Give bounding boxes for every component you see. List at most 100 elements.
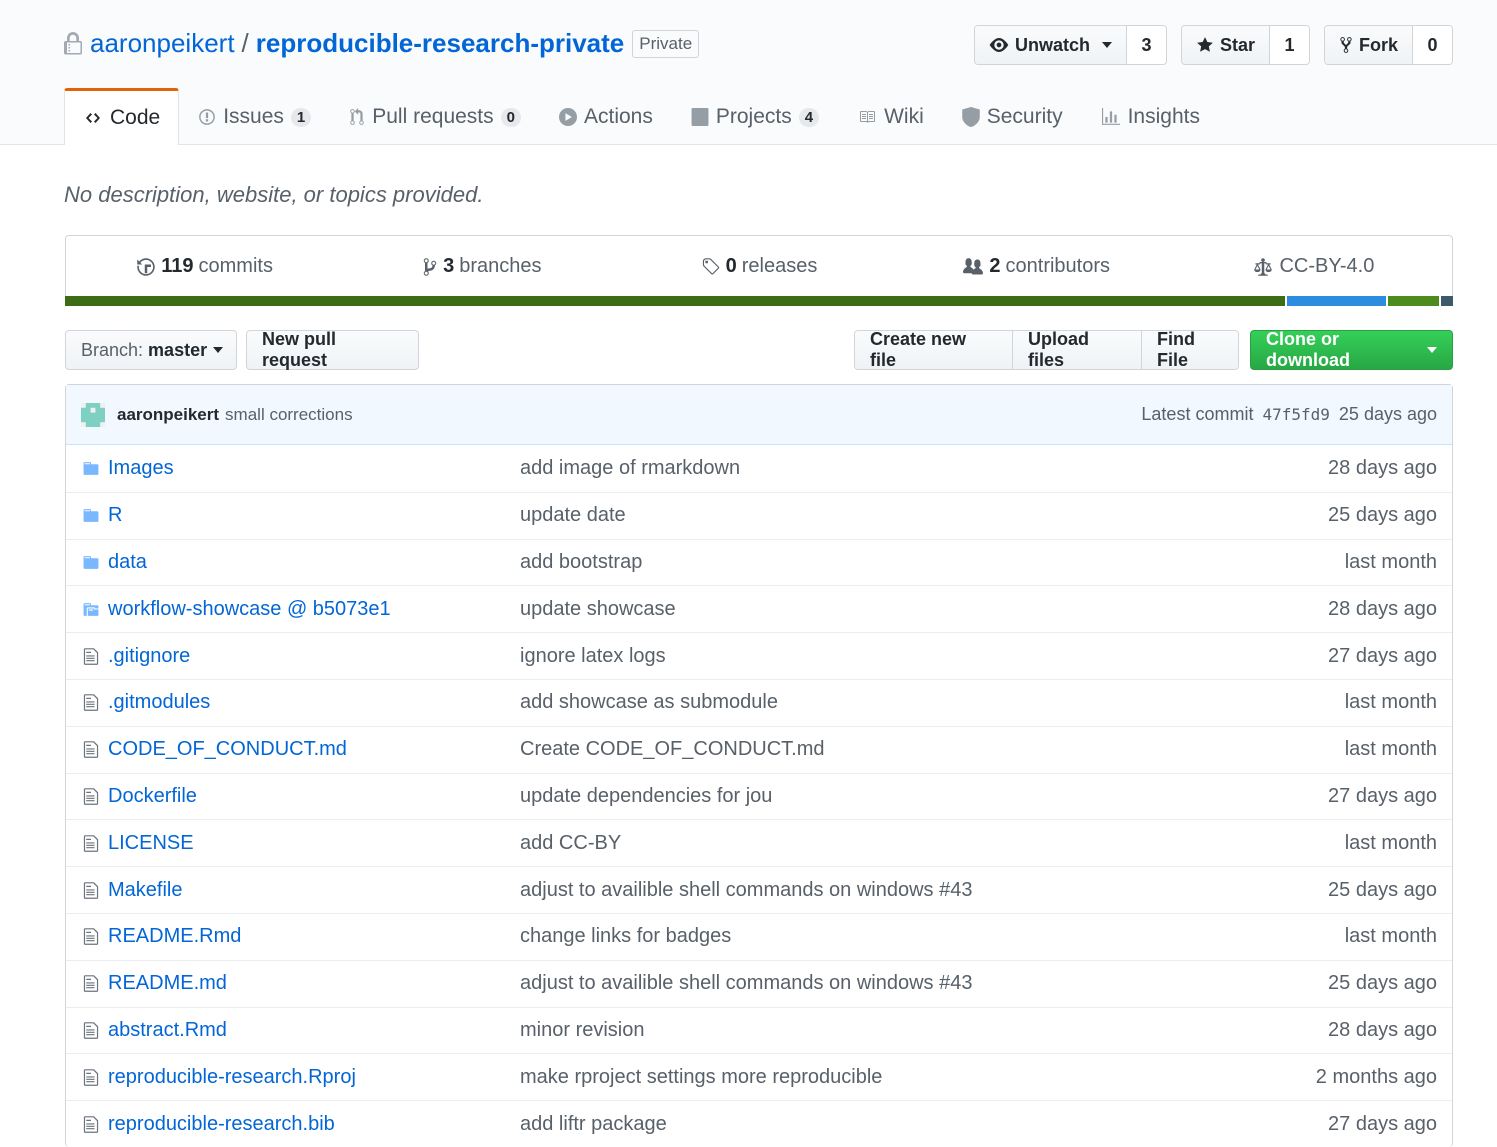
- file-commit-message-link[interactable]: add image of rmarkdown: [520, 457, 740, 480]
- file-commit-message-link[interactable]: update date: [520, 504, 626, 527]
- tab-projects-label: Projects: [715, 105, 792, 128]
- file-row: README.md adjust to availible shell comma…: [66, 959, 1452, 1007]
- repo-name-link[interactable]: reproducible-research-private: [256, 28, 624, 59]
- clone-or-download-button[interactable]: Clone or download: [1250, 329, 1453, 370]
- file-commit-message-link[interactable]: add CC-BY: [520, 832, 621, 855]
- chevron-down-icon: [213, 347, 224, 353]
- file-age: last month: [1344, 691, 1437, 714]
- create-new-file-button[interactable]: Create new file: [855, 331, 1012, 369]
- releases-link[interactable]: 0 releases: [620, 255, 897, 278]
- file-row: reproducible-research.Rproj make rproject…: [66, 1053, 1452, 1100]
- file-icon: [80, 785, 102, 807]
- watchers-count[interactable]: 3: [1125, 26, 1166, 64]
- star-button[interactable]: Star: [1181, 26, 1269, 64]
- file-name-link[interactable]: .gitignore: [108, 645, 190, 668]
- file-commit-message-link[interactable]: adjust to availible shell commands on wi…: [520, 972, 972, 995]
- file-row: Rupdate date 25 days ago: [66, 491, 1452, 539]
- file-commit-message-link[interactable]: change links for badges: [520, 925, 731, 948]
- eye-icon: [989, 38, 1009, 52]
- file-name-link[interactable]: README.md: [108, 972, 227, 995]
- repo-owner-link[interactable]: aaronpeikert: [90, 28, 235, 59]
- latest-commit-prefix: Latest commit: [1141, 404, 1254, 424]
- file-commit-message-link[interactable]: ignore latex logs: [520, 645, 666, 668]
- file-row: workflow-showcase @ b5073e1 update showca…: [66, 585, 1452, 632]
- stargazers-count[interactable]: 1: [1268, 26, 1309, 64]
- file-commit-message-link[interactable]: add bootstrap: [520, 551, 642, 574]
- tab-actions[interactable]: Actions: [540, 88, 672, 145]
- find-file-button[interactable]: Find File: [1141, 331, 1238, 369]
- code-icon: [86, 113, 100, 123]
- fork-button[interactable]: Fork: [1324, 26, 1412, 64]
- file-name-link[interactable]: reproducible-research.Rproj: [108, 1066, 356, 1089]
- branches-link[interactable]: 3 branches: [343, 255, 620, 278]
- repo-nav-tabs: Code Issues 1 Pull requests 0 Actions Pr…: [64, 88, 1219, 145]
- tab-security[interactable]: Security: [943, 88, 1082, 145]
- fork-label: Fork: [1358, 34, 1398, 55]
- new-pull-request-button[interactable]: New pull request: [246, 329, 419, 370]
- tab-actions-label: Actions: [584, 105, 653, 128]
- file-commit-message-link[interactable]: Create CODE_OF_CONDUCT.md: [520, 738, 825, 761]
- forks-count[interactable]: 0: [1412, 26, 1452, 64]
- pull-request-icon: [350, 108, 364, 125]
- file-name-link[interactable]: abstract.Rmd: [108, 1019, 227, 1042]
- file-name-link[interactable]: Dockerfile: [108, 785, 197, 808]
- file-name-link[interactable]: Images: [108, 457, 174, 480]
- upload-files-button[interactable]: Upload files: [1012, 331, 1141, 369]
- star-group: Star 1: [1180, 25, 1310, 65]
- file-commit-message-link[interactable]: add showcase as submodule: [520, 691, 778, 714]
- file-age: 2 months ago: [1315, 1065, 1437, 1088]
- file-row: Makefile adjust to availible shell comman…: [66, 866, 1452, 913]
- file-navigation: Branch: master New pull request Create n…: [65, 329, 1453, 370]
- tab-wiki-label: Wiki: [884, 105, 924, 128]
- language-bar[interactable]: [65, 296, 1453, 306]
- tab-pull-requests[interactable]: Pull requests 0: [330, 88, 540, 145]
- tab-code[interactable]: Code: [64, 88, 180, 145]
- file-age: 28 days ago: [1328, 1018, 1437, 1041]
- fork-icon: [1340, 37, 1352, 53]
- file-commit-message-link[interactable]: add liftr package: [520, 1113, 667, 1136]
- branch-prefix: Branch:: [81, 339, 144, 360]
- tab-security-label: Security: [986, 105, 1063, 128]
- language-segment: [65, 296, 1286, 306]
- commit-message-link[interactable]: small corrections: [225, 405, 353, 425]
- file-commit-message-link[interactable]: update showcase: [520, 598, 676, 621]
- file-commit-message-link[interactable]: adjust to availible shell commands on wi…: [520, 879, 972, 902]
- contributors-link[interactable]: 2 contributors: [898, 255, 1175, 278]
- issue-icon: [199, 109, 216, 125]
- unwatch-button[interactable]: Unwatch: [974, 26, 1126, 64]
- file-name-link[interactable]: .gitmodules: [108, 691, 210, 714]
- file-name-link[interactable]: R: [108, 504, 122, 527]
- file-age: last month: [1344, 925, 1437, 948]
- people-icon: [963, 257, 984, 274]
- file-name-link[interactable]: CODE_OF_CONDUCT.md: [108, 738, 347, 761]
- latest-commit-age: 25 days ago: [1338, 404, 1437, 424]
- commits-label: commits: [198, 255, 273, 277]
- commit-sha-link[interactable]: 47f5fd9: [1262, 405, 1329, 424]
- commit-author-link[interactable]: aaronpeikert: [117, 405, 219, 425]
- file-name-link[interactable]: data: [108, 551, 147, 574]
- tab-projects[interactable]: Projects 4: [672, 88, 838, 145]
- repo-actions: Unwatch 3 Star 1 Fork 0: [973, 25, 1453, 65]
- license-link[interactable]: CC-BY-4.0: [1175, 255, 1452, 278]
- file-commit-message-link[interactable]: minor revision: [520, 1019, 644, 1042]
- file-commit-message-link[interactable]: make rproject settings more reproducible: [520, 1066, 882, 1089]
- file-name-link[interactable]: LICENSE: [108, 832, 194, 855]
- file-name-link[interactable]: workflow-showcase @ b5073e1: [108, 598, 391, 621]
- file-name-link[interactable]: README.Rmd: [108, 925, 241, 948]
- graph-icon: [1101, 108, 1120, 125]
- tab-wiki[interactable]: Wiki: [838, 88, 943, 145]
- tab-insights[interactable]: Insights: [1082, 88, 1219, 145]
- file-actions-group: Create new file Upload files Find File: [854, 330, 1239, 370]
- projects-counter: 4: [798, 107, 820, 127]
- commits-link[interactable]: 119 commits: [66, 255, 343, 278]
- file-commit-message-link[interactable]: update dependencies for jou: [520, 785, 772, 808]
- tab-issues[interactable]: Issues 1: [179, 88, 330, 145]
- license-label: CC-BY-4.0: [1279, 255, 1375, 277]
- repo-header: aaronpeikert / reproducible-research-pri…: [0, 0, 1497, 145]
- avatar[interactable]: [81, 402, 105, 427]
- file-name-link[interactable]: reproducible-research.bib: [108, 1113, 335, 1136]
- file-icon: [80, 739, 102, 761]
- language-segment: [1285, 296, 1387, 306]
- file-name-link[interactable]: Makefile: [108, 879, 182, 902]
- branch-select-button[interactable]: Branch: master: [65, 330, 237, 370]
